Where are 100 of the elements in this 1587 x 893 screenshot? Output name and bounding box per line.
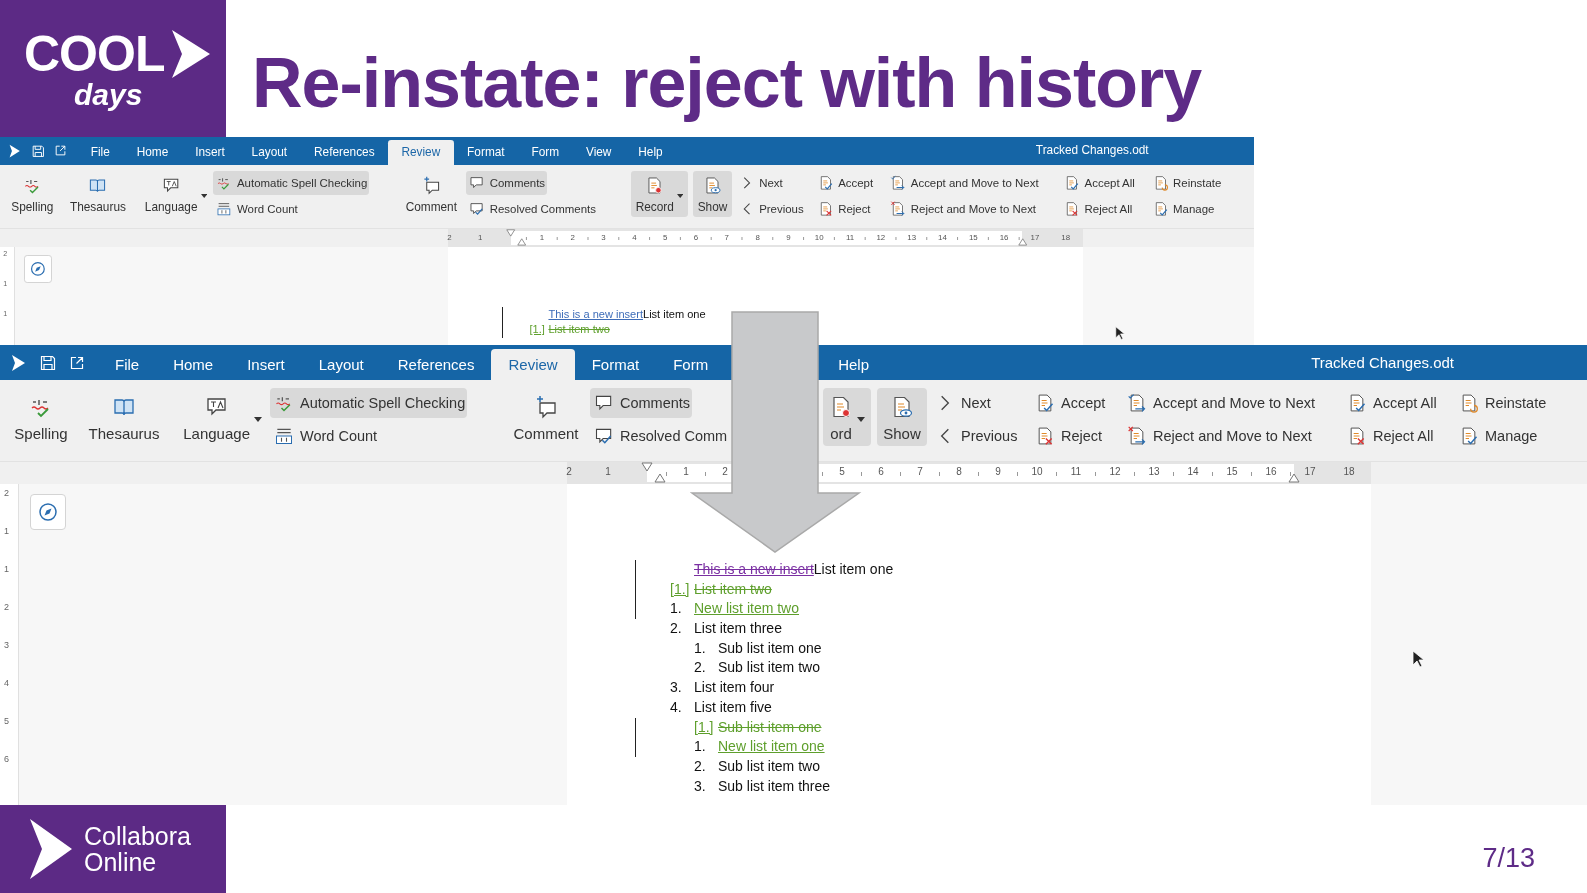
ribbon-tab[interactable]: Review xyxy=(388,140,454,165)
ribbon-tab[interactable]: Insert xyxy=(181,140,239,165)
ribbon-button[interactable]: Word Count xyxy=(270,421,380,451)
ribbon-tab[interactable]: References xyxy=(380,349,492,380)
ribbon-button[interactable]: Record xyxy=(630,170,689,217)
ribbon-button[interactable]: Show xyxy=(692,170,733,217)
ribbon-tab[interactable]: References xyxy=(300,140,388,165)
ruler-number: 2 xyxy=(721,466,729,477)
ribbon-button[interactable]: Word Count xyxy=(213,197,300,221)
list-number: 1. xyxy=(694,639,706,656)
save-icon[interactable] xyxy=(40,354,56,371)
ribbon-button[interactable]: Reinstate xyxy=(1455,388,1549,418)
ribbon-button[interactable]: Thesaurus xyxy=(82,388,166,446)
ruler-number: 1 xyxy=(682,466,690,477)
ribbon-button[interactable]: Reject and Move to Next xyxy=(1123,421,1314,451)
popout-icon[interactable] xyxy=(70,355,84,370)
ribbon-button[interactable]: Automatic Spell Checking xyxy=(213,170,369,195)
ribbon-button[interactable]: Language xyxy=(177,388,268,446)
ribbon-button[interactable]: Next xyxy=(735,170,785,195)
ruler-number: 15 xyxy=(1225,466,1239,477)
document-arrow-icon xyxy=(890,174,907,191)
ruler-number: 9 xyxy=(994,466,1002,477)
ribbon-tab[interactable]: Form xyxy=(656,349,726,380)
ribbon-tab[interactable]: Layout xyxy=(301,349,381,380)
ribbon-button[interactable]: Reinstate xyxy=(1149,170,1223,195)
logo-text: COOL xyxy=(24,29,165,79)
counter-icon xyxy=(274,426,294,446)
ribbon-tab[interactable]: Home xyxy=(156,349,231,380)
ribbon-tab[interactable]: Layout xyxy=(238,140,301,165)
mouse-pointer-icon xyxy=(1115,325,1125,340)
app-logo-icon[interactable] xyxy=(7,143,21,158)
app-logo-icon[interactable] xyxy=(10,353,26,372)
ruler-number: 6 xyxy=(877,466,885,477)
save-icon[interactable] xyxy=(31,144,45,158)
ribbon-button[interactable]: Accept All xyxy=(1343,388,1439,418)
popout-icon[interactable] xyxy=(55,145,67,157)
ribbon-button[interactable]: Comment xyxy=(400,170,462,217)
ribbon-button[interactable]: Reject All xyxy=(1060,197,1134,221)
list-number: 2. xyxy=(670,620,682,637)
ribbon-button[interactable]: Comment xyxy=(507,388,585,446)
ruler-number: 2 xyxy=(565,466,573,477)
ribbon-button[interactable]: Reject xyxy=(1031,421,1105,451)
list-number: 2. xyxy=(694,757,706,774)
list-item-text: Sub list item three xyxy=(718,776,831,796)
ribbon-tab[interactable]: Form xyxy=(518,140,573,165)
list-item-text: Sub list item two xyxy=(718,658,820,678)
ribbon-button[interactable]: Automatic Spell Checking xyxy=(270,388,468,418)
ribbon-button[interactable]: ord xyxy=(823,388,871,446)
ribbon-tab[interactable]: Format xyxy=(574,349,657,380)
ribbon-button[interactable]: Manage xyxy=(1149,197,1216,221)
comment-check-icon xyxy=(469,200,485,217)
ribbon-button[interactable]: Comments xyxy=(590,388,693,418)
counter-icon xyxy=(216,200,233,217)
ribbon-tab[interactable]: Format xyxy=(453,140,519,165)
ribbon-tab[interactable]: Help xyxy=(821,349,887,380)
ribbon-tab[interactable]: Home xyxy=(123,140,182,165)
ribbon-button[interactable]: Previous xyxy=(931,421,1020,451)
ribbon-button[interactable]: Reject xyxy=(814,197,873,221)
ribbon-button[interactable]: Reject and Move to Next xyxy=(887,197,1038,221)
ribbon-button[interactable]: Language xyxy=(140,170,212,217)
ribbon-button[interactable]: Accept and Move to Next xyxy=(1123,388,1317,418)
logo-text: days xyxy=(74,78,144,111)
ribbon-tab[interactable]: Insert xyxy=(230,349,302,380)
ribbon-tab[interactable]: Review xyxy=(491,349,575,380)
ribbon-button[interactable]: Resolved Comm xyxy=(590,421,730,451)
ruler-number: 14 xyxy=(1186,466,1200,477)
ribbon-button[interactable]: Comments xyxy=(466,170,547,195)
ribbon-tab[interactable]: File xyxy=(77,140,124,165)
ribbon-button[interactable]: Spelling xyxy=(6,170,59,217)
ruler-number: 5 xyxy=(661,232,669,242)
ruler-number: 1 xyxy=(4,564,9,574)
ruler-number: 2 xyxy=(446,232,453,242)
list-number: [1.] xyxy=(694,718,714,735)
list-item-text: New list item two xyxy=(694,599,800,619)
ruler-number: 17 xyxy=(1303,466,1317,477)
ribbon-button[interactable]: Next xyxy=(931,388,993,418)
ribbon-button[interactable]: Show xyxy=(877,388,927,446)
list-item-text: Sub list item one xyxy=(718,717,822,737)
ruler-number: 12 xyxy=(875,232,887,242)
compass-icon xyxy=(30,261,46,277)
ribbon-tab[interactable]: Help xyxy=(624,140,677,165)
ruler-number: 7 xyxy=(723,232,730,242)
ribbon-button[interactable]: Accept xyxy=(1031,388,1108,418)
ribbon-button[interactable]: Thesaurus xyxy=(65,170,131,217)
ribbon-button[interactable]: Accept All xyxy=(1060,170,1137,195)
ribbon-button[interactable]: Reject All xyxy=(1343,421,1436,451)
ribbon-tab[interactable]: File xyxy=(98,349,157,380)
navigator-button[interactable] xyxy=(30,494,66,530)
list-number: 3. xyxy=(670,679,682,696)
navigator-button[interactable] xyxy=(23,254,53,284)
list-item-text: List item four xyxy=(694,678,775,698)
ribbon-button[interactable]: Spelling xyxy=(8,388,74,446)
ribbon-button[interactable]: Manage xyxy=(1455,421,1540,451)
ribbon-button[interactable]: Previous xyxy=(735,197,806,221)
mouse-pointer-icon xyxy=(1412,650,1424,668)
ribbon-tab[interactable]: View xyxy=(572,140,625,165)
ribbon-button[interactable]: Resolved Comments xyxy=(466,197,598,221)
ribbon-button[interactable]: Accept xyxy=(814,170,875,195)
ribbon-button[interactable]: Accept and Move to Next xyxy=(887,170,1041,195)
comment-add-icon xyxy=(421,175,441,195)
